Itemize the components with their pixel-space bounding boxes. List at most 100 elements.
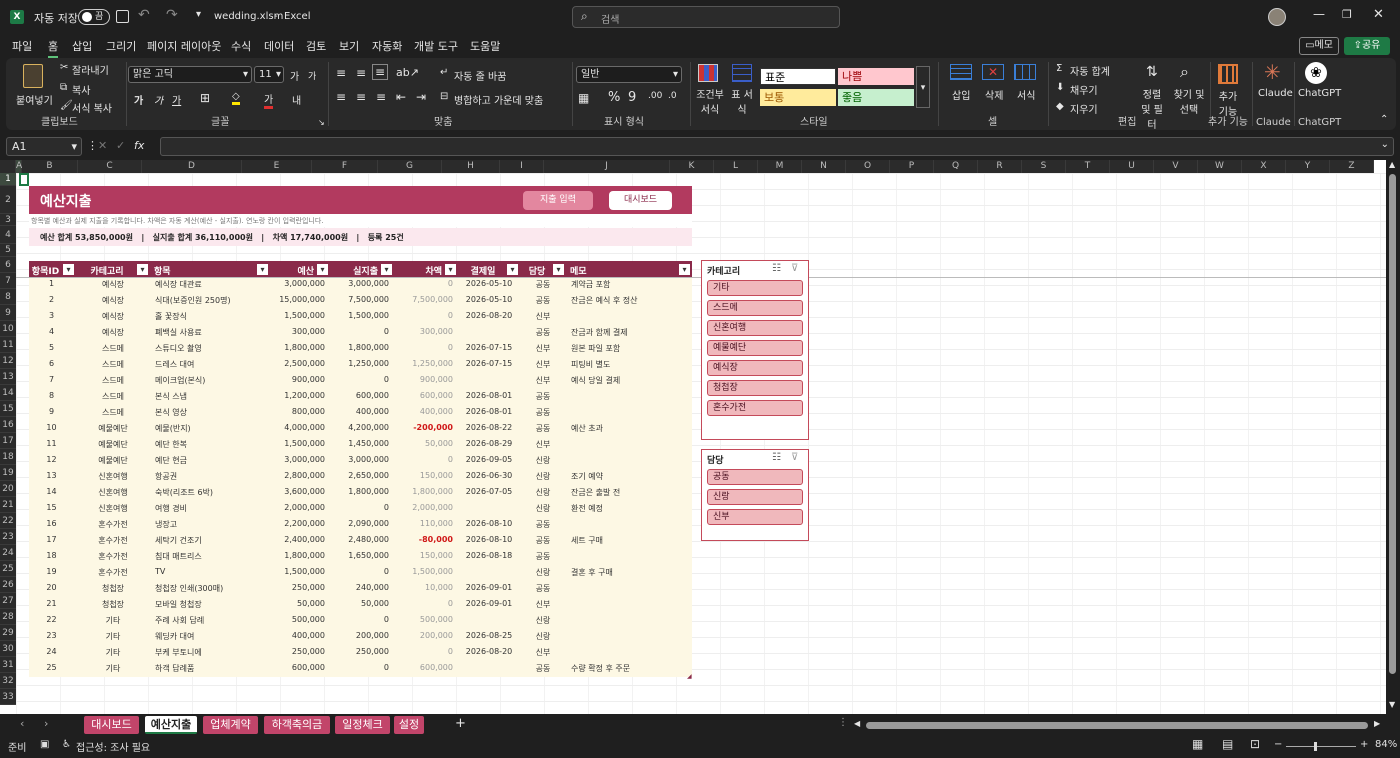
table-cell[interactable]: 2,400,000 [273, 535, 325, 544]
zoom-out-icon[interactable]: − [1274, 739, 1282, 750]
filter-dropdown-icon[interactable]: ▾ [507, 264, 518, 275]
clear-filter-icon[interactable]: ⊽ [791, 452, 798, 463]
table-cell[interactable]: 폐백실 사용료 [155, 327, 265, 338]
table-cell[interactable]: 공동 [525, 279, 561, 290]
column-header[interactable]: V [1154, 160, 1198, 173]
accessibility-status[interactable]: 접근성: 조사 필요 [76, 739, 150, 754]
multi-select-icon[interactable]: ☷ [772, 263, 781, 274]
table-cell[interactable]: 스튜디오 촬영 [155, 343, 265, 354]
clear-filter-icon[interactable]: ⊽ [791, 263, 798, 274]
table-cell[interactable]: 식대(보증인원 250명) [155, 295, 265, 306]
table-cell[interactable]: 1,650,000 [333, 551, 389, 560]
table-cell[interactable]: 신부 [525, 599, 561, 610]
table-cell[interactable]: 150,000 [399, 471, 453, 480]
table-cell[interactable]: 3 [32, 311, 71, 320]
table-cell[interactable]: 4,200,000 [333, 423, 389, 432]
row-header[interactable]: 20 [0, 481, 16, 497]
comments-button[interactable]: ▭메모 [1299, 37, 1339, 55]
decrease-decimal-icon[interactable]: .0 [668, 91, 677, 101]
table-cell[interactable]: 12 [32, 455, 71, 464]
table-cell[interactable]: 2026-08-18 [463, 551, 515, 560]
table-cell[interactable]: 2026-09-05 [463, 455, 515, 464]
slicer-item[interactable]: 공동 [707, 469, 803, 485]
table-cell[interactable]: 신부 [525, 343, 561, 354]
table-cell[interactable]: 기타 [81, 631, 145, 642]
table-cell[interactable]: 600,000 [399, 663, 453, 672]
table-cell[interactable]: 0 [399, 455, 453, 464]
slicer-item[interactable]: 신부 [707, 509, 803, 525]
column-header[interactable]: P [890, 160, 934, 173]
table-cell[interactable]: 신부 [525, 439, 561, 450]
enter-icon[interactable]: ✓ [116, 139, 125, 152]
column-header[interactable]: B [22, 160, 78, 173]
scroll-down-icon[interactable]: ▼ [1389, 700, 1395, 709]
claude-button[interactable]: Claude [1258, 88, 1293, 99]
table-cell[interactable]: 0 [333, 615, 389, 624]
column-header[interactable]: Y [1286, 160, 1330, 173]
table-cell[interactable]: 1,800,000 [399, 487, 453, 496]
table-cell[interactable]: 1,500,000 [273, 567, 325, 576]
table-cell[interactable]: 공동 [525, 423, 561, 434]
table-cell[interactable]: 16 [32, 519, 71, 528]
vertical-scrollbar[interactable]: ▲ ▼ [1386, 160, 1400, 714]
table-cell[interactable]: 300,000 [399, 327, 453, 336]
style-bad[interactable]: 나쁨 [838, 68, 914, 85]
table-cell[interactable]: 0 [333, 663, 389, 672]
table-cell[interactable]: 공동 [525, 327, 561, 338]
table-cell[interactable]: 1,800,000 [273, 343, 325, 352]
selected-cell-a1[interactable] [19, 173, 29, 186]
table-cell[interactable]: 기타 [81, 663, 145, 674]
percent-icon[interactable]: % [608, 90, 620, 105]
table-cell[interactable]: 2026-08-20 [463, 647, 515, 656]
table-cell[interactable]: 2,200,000 [273, 519, 325, 528]
table-cell[interactable]: 0 [399, 599, 453, 608]
row-header[interactable]: 31 [0, 657, 16, 673]
table-cell[interactable]: 4 [32, 327, 71, 336]
table-cell[interactable]: 수량 확정 후 주문 [571, 663, 687, 674]
row-header[interactable]: 7 [0, 273, 16, 289]
column-header[interactable]: U [1110, 160, 1154, 173]
table-cell[interactable]: 3,600,000 [273, 487, 325, 496]
column-header[interactable]: W [1198, 160, 1242, 173]
find-select-button[interactable]: 찾기 및 선택 [1172, 86, 1206, 116]
table-cell[interactable]: 공동 [525, 295, 561, 306]
row-header[interactable]: 21 [0, 497, 16, 513]
table-cell[interactable]: 1,800,000 [273, 551, 325, 560]
filter-dropdown-icon[interactable]: ▾ [257, 264, 268, 275]
autosave-toggle[interactable]: 끔 [78, 9, 110, 25]
row-header[interactable]: 14 [0, 385, 16, 401]
table-cell[interactable]: 9 [32, 407, 71, 416]
styles-more-button[interactable]: ▾ [916, 66, 930, 108]
tab-review[interactable]: 검토 [306, 38, 326, 54]
tab-home[interactable]: 홈 [48, 38, 59, 58]
table-cell[interactable]: 잔금은 예식 후 정산 [571, 295, 687, 306]
table-cell[interactable]: 2026-09-01 [463, 599, 515, 608]
table-cell[interactable]: 2,000,000 [399, 503, 453, 512]
table-cell[interactable]: -80,000 [399, 535, 453, 544]
filter-dropdown-icon[interactable]: ▾ [63, 264, 74, 275]
table-cell[interactable]: 20 [32, 583, 71, 592]
table-cell[interactable]: 예식장 [81, 327, 145, 338]
table-cell[interactable]: 스드메 [81, 375, 145, 386]
table-cell[interactable]: 기타 [81, 647, 145, 658]
row-header[interactable]: 17 [0, 433, 16, 449]
table-cell[interactable]: 2026-07-15 [463, 343, 515, 352]
restore-icon[interactable]: ❐ [1342, 8, 1352, 21]
table-cell[interactable]: 6 [32, 359, 71, 368]
font-name-select[interactable]: 맑은 고딕 ▾ [128, 66, 252, 83]
table-cell[interactable]: 신부 [525, 647, 561, 658]
row-header[interactable]: 33 [0, 689, 16, 705]
table-cell[interactable]: 2026-08-01 [463, 407, 515, 416]
filter-dropdown-icon[interactable]: ▾ [445, 264, 456, 275]
accounting-icon[interactable]: ▦ [578, 91, 589, 105]
column-header[interactable]: X [1242, 160, 1286, 173]
align-right-icon[interactable]: ≡ [376, 90, 386, 104]
row-header[interactable]: 24 [0, 545, 16, 561]
tab-developer[interactable]: 개발 도구 [414, 38, 458, 54]
table-cell[interactable]: 50,000 [399, 439, 453, 448]
table-cell[interactable]: 결혼 후 구매 [571, 567, 687, 578]
table-cell[interactable]: 400,000 [273, 631, 325, 640]
slicer-item[interactable]: 혼수가전 [707, 400, 803, 416]
column-header[interactable]: T [1066, 160, 1110, 173]
avatar[interactable] [1268, 8, 1286, 26]
